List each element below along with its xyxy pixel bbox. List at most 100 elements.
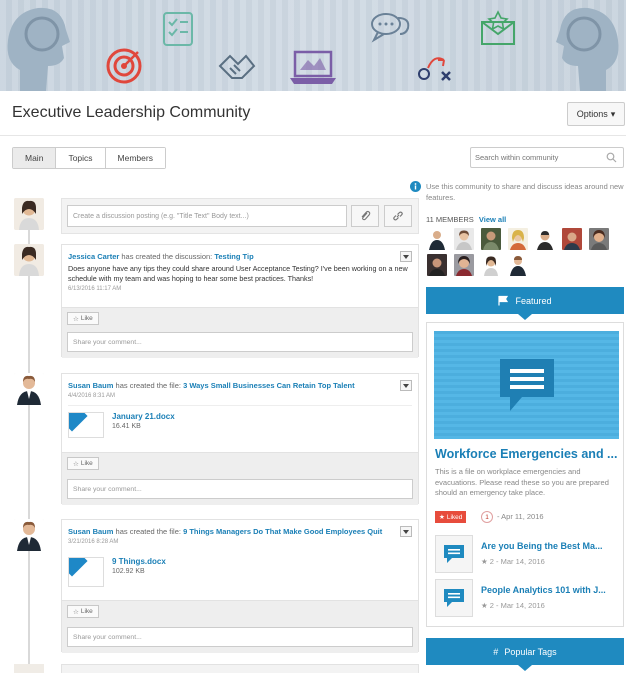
options-button[interactable]: Options ▾ — [567, 102, 625, 126]
file-name[interactable]: 9 Things.docx — [112, 557, 166, 566]
item-meta: ★ 2 - Mar 14, 2016 — [481, 601, 545, 610]
popular-tags-header: # Popular Tags — [426, 638, 624, 671]
member-avatar[interactable] — [427, 228, 447, 250]
search-input[interactable] — [471, 148, 601, 167]
member-avatar[interactable] — [589, 228, 609, 250]
caret-down-icon: ▾ — [610, 108, 616, 119]
member-avatar[interactable] — [535, 228, 555, 250]
member-avatar[interactable] — [427, 254, 447, 276]
list-item[interactable]: Are you Being the Best Ma... ★ 2 - Mar 1… — [435, 535, 619, 575]
item-thumbnail — [435, 579, 473, 617]
post-body: Does anyone have any tips they could sha… — [68, 264, 408, 283]
post-author[interactable]: Susan Baum — [68, 381, 113, 390]
members-header: 11 MEMBERS View all — [426, 215, 506, 224]
post-menu-button[interactable] — [400, 251, 412, 262]
avatar — [14, 198, 44, 230]
item-title[interactable]: Are you Being the Best Ma... — [481, 541, 603, 551]
search-icon[interactable] — [606, 152, 617, 163]
member-avatar[interactable] — [481, 254, 501, 276]
comment-input[interactable]: Share your comment... — [67, 479, 413, 499]
file-thumbnail — [68, 557, 104, 587]
attach-button[interactable] — [351, 205, 379, 227]
like-row: ☆ Like — [62, 307, 418, 328]
post-card: Susan Baum has created the file: 3 Ways … — [61, 373, 419, 505]
paperclip-icon — [361, 210, 371, 221]
comment-input[interactable]: Share your comment... — [67, 627, 413, 647]
post-timestamp: 3/21/2016 8:28 AM — [68, 539, 119, 545]
like-label: Like — [80, 608, 93, 615]
star-icon: ☆ — [73, 608, 79, 616]
target-icon — [106, 48, 142, 84]
like-label: Like — [80, 460, 93, 467]
link-icon — [393, 211, 403, 221]
member-avatar[interactable] — [508, 254, 528, 276]
community-header: Executive Leadership Community — [0, 91, 626, 136]
member-avatar[interactable] — [562, 228, 582, 250]
strategy-icon — [418, 57, 451, 81]
member-avatar[interactable] — [454, 254, 474, 276]
like-row: ☆ Like — [62, 600, 418, 621]
tab-main[interactable]: Main — [13, 148, 57, 168]
post-menu-button[interactable] — [400, 526, 412, 537]
star-icon: ★ — [439, 514, 445, 521]
item-thumbnail — [435, 535, 473, 573]
discussion-input[interactable]: Create a discussion posting (e.g. "Title… — [67, 205, 347, 227]
file-attachment[interactable]: January 21.docx 16.41 KB — [68, 405, 412, 438]
handshake-icon — [218, 54, 256, 79]
caret-down-icon — [403, 383, 409, 388]
post-action: has created the file: — [113, 527, 184, 536]
tab-topics[interactable]: Topics — [56, 148, 106, 168]
chat-bubbles-icon — [371, 13, 410, 43]
community-search — [470, 147, 624, 168]
item-title[interactable]: People Analytics 101 with J... — [481, 585, 606, 595]
star-icon: ☆ — [73, 460, 79, 468]
comment-input[interactable]: Share your comment... — [67, 332, 413, 352]
post-menu-button[interactable] — [400, 380, 412, 391]
post-title-link[interactable]: 9 Things Managers Do That Make Good Empl… — [183, 527, 382, 536]
post-action: has created the file: — [113, 381, 184, 390]
comment-row: Share your comment... — [62, 328, 418, 358]
member-avatar[interactable] — [481, 228, 501, 250]
post-author[interactable]: Susan Baum — [68, 527, 113, 536]
comment-row: Share your comment... — [62, 621, 418, 653]
post-header: Susan Baum has created the file: 9 Thing… — [68, 526, 412, 537]
link-button[interactable] — [384, 205, 412, 227]
tab-members[interactable]: Members — [105, 148, 165, 168]
post-author[interactable]: Jessica Carter — [68, 252, 119, 261]
file-thumbnail — [68, 412, 104, 438]
liked-label: Liked — [446, 513, 463, 521]
message-icon — [444, 589, 464, 607]
like-button[interactable]: ☆ Like — [67, 457, 99, 470]
post-title-link[interactable]: Testing Tip — [214, 252, 253, 261]
message-icon — [444, 545, 464, 563]
like-button[interactable]: ☆ Like — [67, 312, 99, 325]
liked-button[interactable]: ★ Liked — [435, 511, 467, 523]
caret-down-icon — [403, 529, 409, 534]
file-attachment[interactable]: 9 Things.docx 102.92 KB — [68, 551, 412, 587]
laptop-icon — [290, 50, 336, 84]
item-meta: ★ 2 - Mar 14, 2016 — [481, 557, 545, 566]
file-name[interactable]: January 21.docx — [112, 412, 175, 421]
featured-title[interactable]: Workforce Emergencies and ... — [435, 447, 617, 461]
post-card: Jessica Carter has created the discussio… — [61, 244, 419, 358]
post-header: Jessica Carter has created the discussio… — [68, 251, 412, 262]
head-silhouette-icon — [556, 7, 619, 91]
flag-icon — [498, 295, 509, 306]
hash-icon: # — [493, 646, 499, 657]
like-count: 1 — [481, 511, 493, 523]
like-button[interactable]: ☆ Like — [67, 605, 99, 618]
post-title-link[interactable]: 3 Ways Small Businesses Can Retain Top T… — [183, 381, 355, 390]
info-icon — [410, 181, 421, 192]
post-timestamp: 4/4/2016 8:31 AM — [68, 393, 116, 399]
featured-image[interactable] — [434, 331, 619, 439]
list-item[interactable]: People Analytics 101 with J... ★ 2 - Mar… — [435, 579, 619, 619]
featured-label: Featured — [515, 295, 552, 306]
member-avatar[interactable] — [508, 228, 528, 250]
timeline-line — [28, 225, 30, 673]
post-card: Susan Baum has created the file: 9 Thing… — [61, 519, 419, 653]
member-avatar[interactable] — [454, 228, 474, 250]
view-all-link[interactable]: View all — [479, 215, 506, 224]
avatar — [14, 664, 44, 673]
avatar — [14, 373, 44, 405]
page-title: Executive Leadership Community — [12, 104, 251, 121]
